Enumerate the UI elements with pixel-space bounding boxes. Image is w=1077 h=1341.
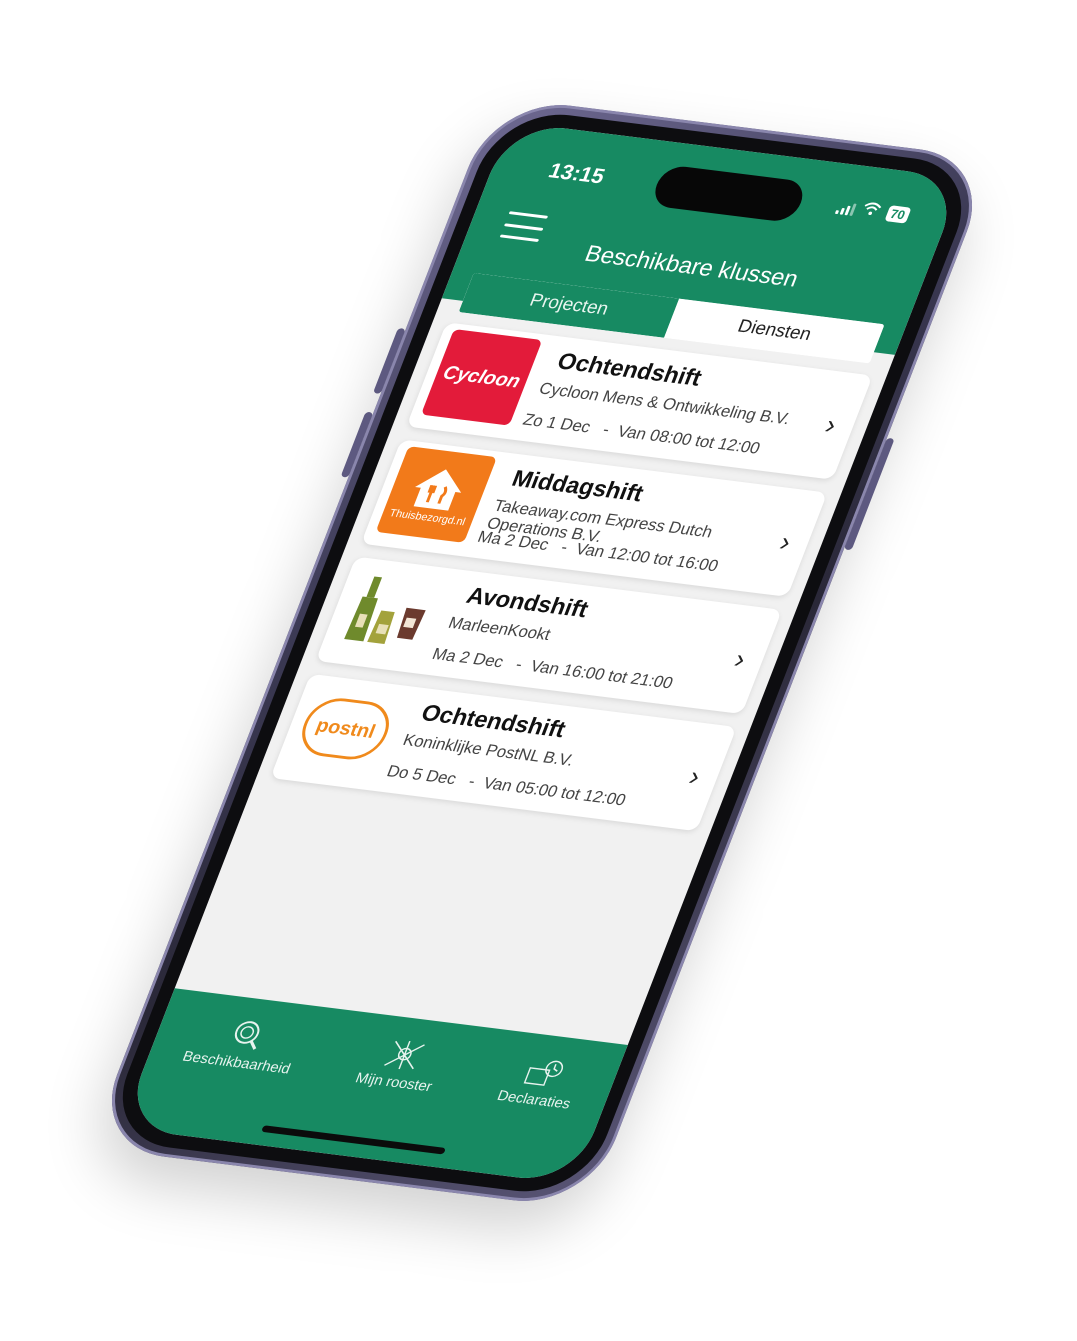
nav-beschikbaarheid[interactable]: Beschikbaarheid [180,1013,306,1077]
bottles-icon [344,576,426,645]
home-indicator[interactable] [261,1125,446,1155]
app-screen: 13:15 70 Beschikbare klussen Projecten D… [120,121,964,1185]
logo-text: postnl [312,714,379,743]
chevron-right-icon: › [775,526,796,557]
schedule-icon [384,1040,425,1070]
job-list: Cycloon Ochtendshift Cycloon Mens & Ontw… [265,322,873,844]
signal-icon [834,200,857,216]
availability-icon [234,1021,260,1050]
dynamic-island [648,164,809,224]
chevron-right-icon: › [821,409,842,440]
nav-mijn-rooster[interactable]: Mijn rooster [353,1035,448,1096]
declarations-icon [523,1060,563,1086]
status-icons: 70 [834,198,912,225]
cycloon-logo: Cycloon [420,329,543,426]
chevron-right-icon: › [684,760,706,791]
bottom-nav: Beschikbaarheid Mijn rooster Declaraties [120,988,628,1185]
phone-wrap: 13:15 70 Beschikbare klussen Projecten D… [0,0,1077,1341]
nav-label: Declaraties [494,1087,573,1113]
house-icon [413,469,462,511]
thuisbezorgd-logo: Thuisbezorgd.nl [375,446,497,543]
nav-label: Beschikbaarheid [180,1048,293,1078]
logo-text: Cycloon [439,361,524,392]
battery-icon: 70 [883,205,912,224]
stage: 13:15 70 Beschikbare klussen Projecten D… [0,0,1077,1341]
wifi-icon [859,201,883,221]
marleenkookt-logo [330,563,452,660]
status-time: 13:15 [545,158,609,189]
nav-declaraties[interactable]: Declaraties [495,1052,587,1112]
nav-label: Mijn rooster [353,1069,435,1096]
phone-frame: 13:15 70 Beschikbare klussen Projecten D… [89,96,995,1210]
postnl-logo: postnl [284,680,407,778]
chevron-right-icon: › [730,643,751,674]
phone-bezel: 13:15 70 Beschikbare klussen Projecten D… [102,106,982,1200]
